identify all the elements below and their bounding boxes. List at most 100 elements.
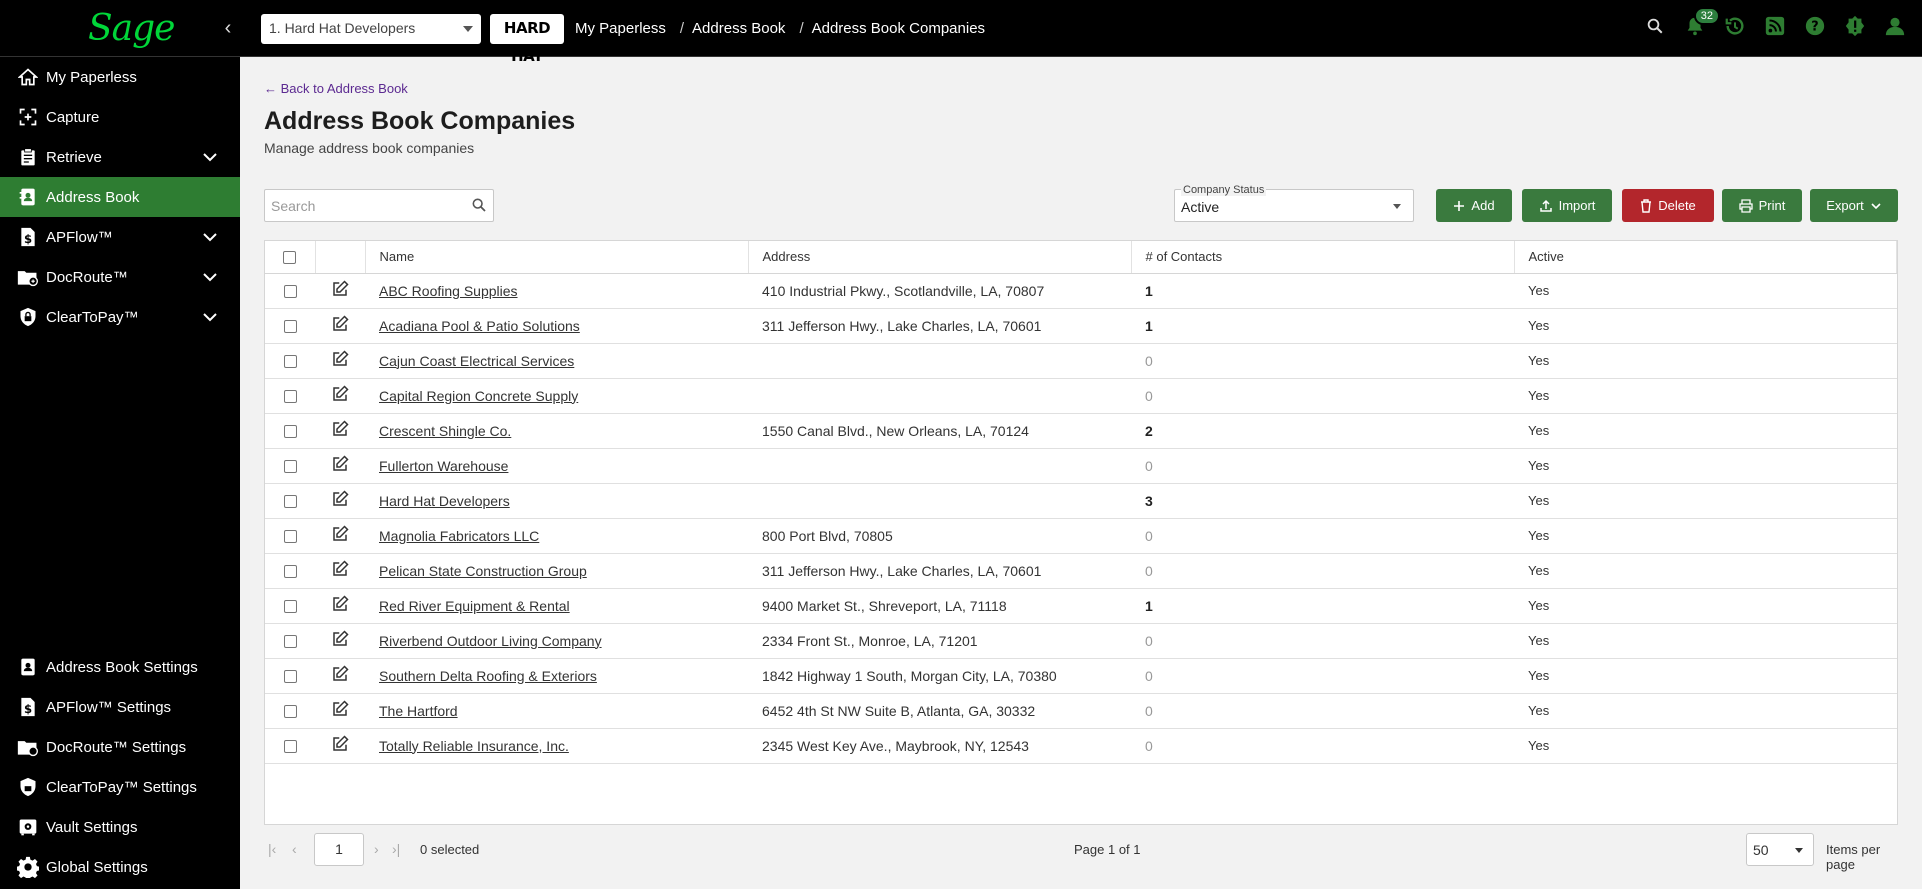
search-icon[interactable] <box>471 197 487 218</box>
export-button[interactable]: Export <box>1810 189 1898 222</box>
help-icon[interactable]: ? <box>1802 13 1828 39</box>
company-name-link[interactable]: Riverbend Outdoor Living Company <box>379 633 602 649</box>
row-checkbox-cell <box>265 448 315 484</box>
cell-name: Crescent Shingle Co. <box>365 413 748 449</box>
back-to-address-book-link[interactable]: ← Back to Address Book <box>264 81 408 96</box>
row-checkbox[interactable] <box>283 635 297 649</box>
edit-icon[interactable] <box>331 280 349 301</box>
company-name-link[interactable]: Capital Region Concrete Supply <box>379 388 578 404</box>
collapse-sidebar-button[interactable]: ‹ <box>216 16 240 40</box>
bell-icon[interactable]: 32 <box>1682 7 1720 39</box>
column-header-contacts[interactable]: # of Contacts <box>1131 241 1515 274</box>
company-name-link[interactable]: Pelican State Construction Group <box>379 563 587 579</box>
sidebar-item-apflow-settings[interactable]: $ APFlow™ Settings <box>0 687 240 727</box>
company-name-link[interactable]: Acadiana Pool & Patio Solutions <box>379 318 580 334</box>
page-number-input[interactable]: 1 <box>314 833 364 866</box>
edit-icon[interactable] <box>331 350 349 371</box>
edit-icon[interactable] <box>331 315 349 336</box>
next-page-icon[interactable]: › <box>374 841 379 857</box>
company-name-link[interactable]: Hard Hat Developers <box>379 493 510 509</box>
company-name-link[interactable]: Totally Reliable Insurance, Inc. <box>379 738 569 754</box>
edit-icon[interactable] <box>331 595 349 616</box>
row-checkbox[interactable] <box>283 425 297 439</box>
sidebar-item-cleartopay-settings[interactable]: ClearToPay™ Settings <box>0 767 240 807</box>
printer-icon <box>1738 198 1753 213</box>
company-status-select[interactable]: Company Status Active <box>1174 184 1414 222</box>
row-checkbox[interactable] <box>283 285 297 299</box>
column-header-active[interactable]: Active <box>1514 241 1897 274</box>
import-button[interactable]: Import <box>1522 189 1612 222</box>
row-checkbox[interactable] <box>283 530 297 544</box>
edit-icon[interactable] <box>331 525 349 546</box>
edit-icon[interactable] <box>331 420 349 441</box>
prev-page-icon[interactable]: ‹ <box>292 841 297 857</box>
cell-address: 2345 West Key Ave., Maybrook, NY, 12543 <box>748 728 1131 764</box>
row-checkbox[interactable] <box>283 355 297 369</box>
column-header-name[interactable]: Name <box>365 241 749 274</box>
breadcrumb-current: Address Book Companies <box>811 20 986 37</box>
alert-icon[interactable] <box>1842 13 1868 39</box>
chevron-down-icon <box>202 309 218 329</box>
row-checkbox[interactable] <box>283 600 297 614</box>
row-checkbox[interactable] <box>283 565 297 579</box>
svg-text:?: ? <box>1811 20 1818 35</box>
sidebar-item-apflow[interactable]: $ APFlow™ <box>0 217 240 257</box>
row-edit-cell <box>315 308 365 344</box>
edit-icon[interactable] <box>331 385 349 406</box>
company-name-link[interactable]: Cajun Coast Electrical Services <box>379 353 574 369</box>
company-name-link[interactable]: Fullerton Warehouse <box>379 458 508 474</box>
breadcrumb-address-book[interactable]: Address Book <box>692 20 785 37</box>
row-checkbox[interactable] <box>283 740 297 754</box>
sidebar-item-cleartopay[interactable]: ClearToPay™ <box>0 297 240 337</box>
company-name-link[interactable]: ABC Roofing Supplies <box>379 283 518 299</box>
sidebar-item-label: DocRoute™ <box>46 268 128 286</box>
company-name-link[interactable]: Southern Delta Roofing & Exteriors <box>379 668 597 684</box>
history-icon[interactable] <box>1722 13 1748 39</box>
company-name-link[interactable]: Magnolia Fabricators LLC <box>379 528 539 544</box>
print-button[interactable]: Print <box>1722 189 1802 222</box>
row-checkbox[interactable] <box>283 390 297 404</box>
row-checkbox[interactable] <box>283 670 297 684</box>
row-checkbox[interactable] <box>283 705 297 719</box>
row-checkbox[interactable] <box>283 320 297 334</box>
cell-contacts: 0 <box>1131 693 1514 729</box>
sidebar-item-retrieve[interactable]: Retrieve <box>0 137 240 177</box>
search-icon[interactable] <box>1642 13 1668 39</box>
column-header-address[interactable]: Address <box>748 241 1132 274</box>
edit-icon[interactable] <box>331 735 349 756</box>
sidebar-item-docroute[interactable]: DocRoute™ <box>0 257 240 297</box>
search-input[interactable] <box>265 190 455 221</box>
edit-icon[interactable] <box>331 630 349 651</box>
sidebar-item-address-book-settings[interactable]: Address Book Settings <box>0 647 240 687</box>
row-edit-cell <box>315 413 365 449</box>
edit-icon[interactable] <box>331 700 349 721</box>
row-checkbox[interactable] <box>283 460 297 474</box>
delete-button[interactable]: Delete <box>1622 189 1714 222</box>
rss-icon[interactable] <box>1762 13 1788 39</box>
breadcrumb-my-paperless[interactable]: My Paperless <box>575 20 666 37</box>
row-checkbox[interactable] <box>283 495 297 509</box>
last-page-icon[interactable]: ›| <box>392 841 400 857</box>
company-select[interactable]: 1. Hard Hat Developers <box>261 14 481 44</box>
edit-icon[interactable] <box>331 560 349 581</box>
sage-logo[interactable]: Sage <box>88 8 175 49</box>
sidebar-item-address-book[interactable]: Address Book <box>0 177 240 217</box>
company-name-link[interactable]: Crescent Shingle Co. <box>379 423 511 439</box>
first-page-icon[interactable]: |‹ <box>268 841 276 857</box>
edit-icon[interactable] <box>331 490 349 511</box>
add-button[interactable]: Add <box>1436 189 1512 222</box>
company-name-link[interactable]: Red River Equipment & Rental <box>379 598 570 614</box>
page-size-select[interactable]: 50 <box>1746 833 1814 866</box>
sidebar-item-docroute-settings[interactable]: DocRoute™ Settings <box>0 727 240 767</box>
edit-icon[interactable] <box>331 455 349 476</box>
cell-contacts: 0 <box>1131 728 1514 764</box>
company-name-link[interactable]: The Hartford <box>379 703 458 719</box>
folder-route-icon <box>16 735 40 759</box>
sidebar-item-my-paperless[interactable]: My Paperless <box>0 57 240 97</box>
sidebar-item-vault-settings[interactable]: Vault Settings <box>0 807 240 847</box>
edit-icon[interactable] <box>331 665 349 686</box>
user-icon[interactable] <box>1882 13 1908 39</box>
sidebar-item-capture[interactable]: Capture <box>0 97 240 137</box>
select-all-checkbox[interactable] <box>283 251 297 265</box>
sidebar-item-global-settings[interactable]: Global Settings <box>0 847 240 887</box>
